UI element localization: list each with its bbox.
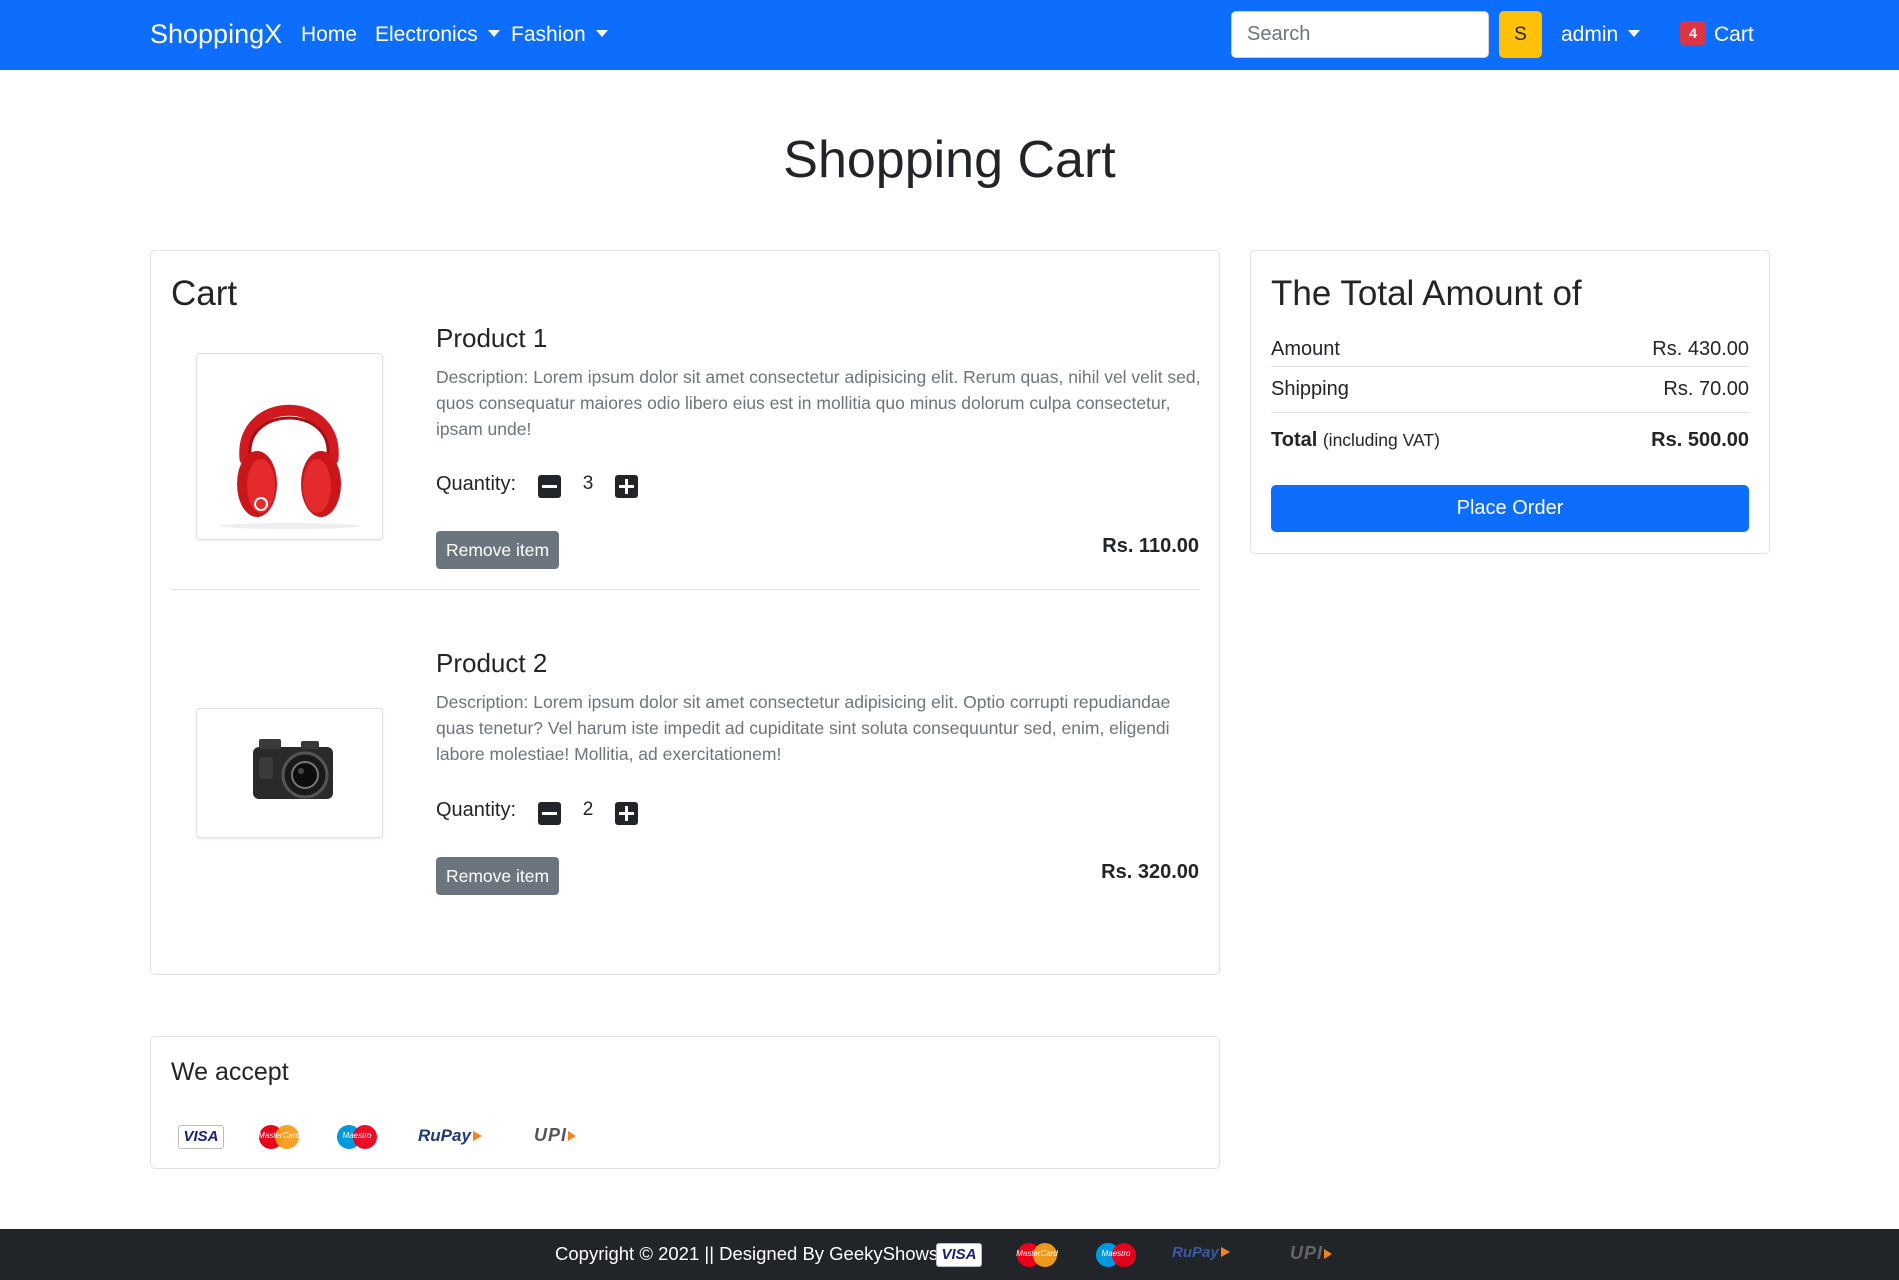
maestro-logo: Maestro [331, 1125, 383, 1149]
headphones-image [196, 353, 383, 540]
quantity-label: Quantity: [436, 799, 517, 821]
cart-heading: Cart [171, 274, 238, 313]
payment-methods-card: We accept VISA MasterCard Maestro RuPay … [150, 1036, 1220, 1169]
quantity-value: 3 [582, 473, 594, 494]
upi-logo: UPI [1290, 1243, 1333, 1264]
shipping-value: Rs. 70.00 [1663, 378, 1749, 400]
brand-logo[interactable]: ShoppingX [150, 19, 282, 50]
user-name: admin [1561, 23, 1619, 46]
headphones-icon [220, 404, 360, 529]
chevron-down-icon [487, 29, 500, 37]
mastercard-logo: MasterCard [253, 1125, 305, 1149]
remove-item-button[interactable]: Remove item [436, 857, 559, 895]
total-note: (including VAT) [1322, 430, 1440, 450]
navbar: ShoppingX Home Electronics Fashion S adm… [0, 0, 1899, 70]
product-description: Description: Lorem ipsum dolor sit amet … [436, 367, 1201, 439]
item-price: Rs. 110.00 [1102, 535, 1199, 557]
page-title: Shopping Cart [783, 131, 1116, 189]
item-divider [171, 589, 1200, 590]
nav-electronics-dropdown[interactable]: Electronics [375, 23, 500, 47]
nav-fashion-label: Fashion [511, 23, 586, 46]
item-price: Rs. 320.00 [1101, 861, 1199, 883]
mastercard-logo: MasterCard [1011, 1243, 1063, 1267]
search-input[interactable] [1231, 11, 1489, 58]
quantity-increase-button[interactable] [615, 475, 638, 498]
cart-count-badge: 4 [1680, 21, 1706, 46]
quantity-decrease-button[interactable] [538, 475, 561, 498]
summary-divider [1271, 412, 1749, 413]
remove-item-button[interactable]: Remove item [436, 531, 559, 569]
summary-heading: The Total Amount of [1271, 274, 1582, 313]
user-dropdown[interactable]: admin [1561, 23, 1641, 47]
product-name: Product 1 [436, 323, 548, 353]
summary-divider [1271, 366, 1749, 367]
nav-home[interactable]: Home [301, 23, 357, 47]
chevron-down-icon [595, 29, 608, 37]
product-name: Product 2 [436, 648, 548, 678]
payment-heading: We accept [171, 1058, 289, 1086]
shipping-label: Shipping [1271, 378, 1349, 400]
place-order-button[interactable]: Place Order [1271, 485, 1749, 532]
footer: Copyright © 2021 || Designed By GeekySho… [0, 1229, 1899, 1280]
upi-logo: UPI [534, 1125, 577, 1146]
cart-link[interactable]: 4 Cart [1680, 21, 1754, 47]
total-label: Total [1271, 429, 1318, 451]
maestro-logo: Maestro [1090, 1243, 1142, 1267]
order-summary-card: The Total Amount of Amount Rs. 430.00 Sh… [1250, 250, 1770, 554]
quantity-label: Quantity: [436, 473, 517, 495]
nav-home-label: Home [301, 23, 358, 46]
cart-card: Cart Product 1 Description: Lorem ipsum … [150, 250, 1220, 975]
rupay-logo: RuPay [418, 1126, 482, 1146]
quantity-decrease-button[interactable] [538, 802, 561, 825]
nav-electronics-label: Electronics [375, 23, 478, 46]
total-value: Rs. 500.00 [1651, 429, 1749, 451]
nav-fashion-dropdown[interactable]: Fashion [511, 23, 608, 47]
chevron-down-icon [1628, 29, 1641, 37]
shipping-row: Shipping Rs. 70.00 [1271, 378, 1749, 401]
quantity-increase-button[interactable] [615, 802, 638, 825]
camera-icon [253, 739, 333, 799]
total-row: Total (including VAT) Rs. 500.00 [1271, 429, 1749, 452]
product-description: Description: Lorem ipsum dolor sit amet … [436, 692, 1171, 764]
rupay-logo: RuPay [1172, 1244, 1230, 1261]
amount-value: Rs. 430.00 [1652, 338, 1749, 360]
camera-image [196, 708, 383, 838]
quantity-value: 2 [582, 799, 594, 820]
search-button[interactable]: S [1499, 11, 1542, 58]
cart-link-label: Cart [1714, 23, 1754, 46]
amount-row: Amount Rs. 430.00 [1271, 338, 1749, 361]
visa-logo: VISA [178, 1125, 224, 1149]
footer-copyright: Copyright © 2021 || Designed By GeekySho… [555, 1243, 953, 1264]
amount-label: Amount [1271, 338, 1340, 360]
visa-logo: VISA [936, 1243, 982, 1267]
